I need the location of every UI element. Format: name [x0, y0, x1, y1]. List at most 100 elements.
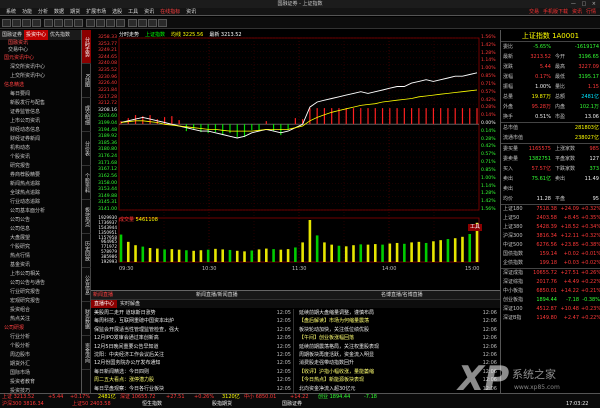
sidebar-item[interactable]: 基金资讯	[0, 261, 81, 270]
sidebar-item[interactable]: 财经证券新闻	[0, 135, 81, 144]
sidebar-item[interactable]: 期货外汇	[0, 360, 81, 369]
toolbar-button[interactable]	[128, 19, 137, 27]
news-item[interactable]: 板块轮动加快，关注低位绩优股 12:06	[296, 326, 499, 334]
quick-link[interactable]: 资讯	[572, 8, 582, 16]
index-row[interactable]: 深证B指 1149.80 +2.47 +0.22%	[501, 314, 600, 323]
sidebar-nav-item[interactable]: 交易中心	[0, 47, 81, 54]
quick-link[interactable]: 手机版下载	[543, 8, 568, 16]
index-row[interactable]: 国债指数 159.14 +0.02 +0.01%	[501, 250, 600, 259]
quick-link[interactable]: 交易	[529, 8, 539, 16]
news-item[interactable]: 每日新闻精选：今日四则 12:05	[91, 368, 293, 376]
sidebar-item[interactable]: 国元资讯中心	[0, 54, 81, 63]
sidebar-item[interactable]: 上市公司相关	[0, 270, 81, 279]
vertical-tab[interactable]: 成交明细	[82, 98, 91, 132]
menu-item[interactable]: 扩展市场	[86, 8, 106, 16]
toolbar-button[interactable]	[138, 19, 147, 27]
index-row[interactable]: 深证100 4512.87 +10.48 +0.23%	[501, 305, 600, 314]
vertical-tab[interactable]: K线图	[82, 64, 91, 98]
index-row[interactable]: 创业板指 1894.44 -7.18 -0.38%	[501, 296, 600, 305]
news-item[interactable]: 沈阳：中央经济工作会议后关注 12:05	[91, 351, 293, 359]
sidebar-tab[interactable]: 优先指数	[48, 30, 72, 40]
toolbar-button[interactable]	[148, 19, 157, 27]
index-row[interactable]: 企债指数 199.18 +0.03 +0.02%	[501, 259, 600, 268]
status-item[interactable]: 沪深300 3816.34	[2, 401, 44, 408]
toolbar-button[interactable]	[96, 19, 105, 27]
toolbar-button[interactable]	[74, 19, 83, 27]
vertical-tab[interactable]: 分价表	[82, 132, 91, 166]
menu-item[interactable]: 选股	[112, 8, 122, 16]
menu-item[interactable]: 数据	[54, 8, 64, 16]
sidebar-item[interactable]: 深交所资讯中心	[0, 63, 81, 72]
sidebar-item[interactable]: 国际市场	[0, 369, 81, 378]
news-tab[interactable]: 直播中心	[91, 300, 118, 308]
toolbar-button[interactable]	[158, 19, 167, 27]
sidebar-item[interactable]: 周边股市	[0, 351, 81, 360]
toolbar-button[interactable]	[32, 19, 41, 27]
toolbar-button[interactable]	[106, 19, 115, 27]
sidebar-tab[interactable]: 国融证券	[0, 30, 24, 40]
menu-item[interactable]: 分析	[38, 8, 48, 16]
chart-tool-button[interactable]: 工具	[468, 224, 483, 231]
news-item[interactable]: 延续前期大盘缩量调整，谨慎布局 12:06	[296, 309, 499, 317]
toolbar-button[interactable]	[64, 19, 73, 27]
sidebar-nav-item[interactable]: 国融资讯	[0, 40, 81, 47]
news-tab[interactable]: 实时解盘	[117, 300, 143, 308]
menu-item[interactable]: 在线指标	[160, 8, 180, 16]
index-row[interactable]: 上证380 5428.39 +18.52 +0.34%	[501, 223, 600, 232]
sidebar-item[interactable]: 个股资讯	[0, 153, 81, 162]
news-item[interactable]: 每日早盘观察：今日各行业板块 12:05	[91, 385, 293, 393]
sidebar-item[interactable]: 机构动态	[0, 144, 81, 153]
news-item[interactable]: 每周科技，互联网重磅中国资本出炉 12:05	[91, 317, 293, 325]
news-header-right[interactable]: 名博直播/名博直播	[381, 291, 423, 300]
news-item[interactable]: 延续前期震荡格局，关注权重股表现 12:06	[296, 343, 499, 351]
sidebar-item[interactable]: 全球热点追踪	[0, 189, 81, 198]
news-item[interactable]: 【盘后解读】市场为何缩量震荡 12:06	[296, 317, 499, 325]
vertical-tab[interactable]: 资金流向	[82, 336, 91, 370]
sidebar-item[interactable]: 公司公告与通告	[0, 279, 81, 288]
index-row[interactable]: 深证成指 10655.72 +27.51 +0.26%	[501, 269, 600, 278]
news-item[interactable]: 【午间】创业板涨幅回落 12:06	[296, 334, 499, 342]
intraday-chart[interactable]: 分时走势 上证指数 均线 3225.56 最新 3213.52 成交量 5461108…	[91, 30, 500, 290]
sidebar-item[interactable]: 个股分析	[0, 342, 81, 351]
sidebar-item[interactable]: 宏观研究报告	[0, 297, 81, 306]
sidebar-item[interactable]: 上交所资讯中心	[0, 72, 81, 81]
window-controls[interactable]: — □ ×	[571, 0, 598, 8]
sidebar-item[interactable]: 新闻热点追踪	[0, 180, 81, 189]
sidebar-item[interactable]: 信息精选	[0, 81, 81, 90]
news-item[interactable]: 周二五大看点：涨停潜力股 12:05	[91, 376, 293, 384]
toolbar-button[interactable]	[2, 19, 11, 27]
sidebar-item[interactable]: 大盘展望	[0, 234, 81, 243]
vertical-tab[interactable]: 分时走势	[82, 30, 91, 64]
index-row[interactable]: 沪深300 3816.34 +12.11 +0.32%	[501, 232, 600, 241]
sidebar-item[interactable]: 券商荐股精要	[0, 171, 81, 180]
sidebar-item[interactable]: 投资组合	[0, 306, 81, 315]
vertical-tab[interactable]: 板块热点	[82, 200, 91, 234]
index-row[interactable]: 上证50 2403.58 +8.45 +0.35%	[501, 214, 600, 223]
vertical-tab[interactable]: 财务数据	[82, 302, 91, 336]
index-row[interactable]: 中小板指 6850.01 +14.22 +0.21%	[501, 287, 600, 296]
status-item[interactable]: 上证50 2403.58	[72, 401, 111, 408]
vertical-tab[interactable]: 历史回放	[82, 234, 91, 268]
toolbar-button[interactable]	[44, 19, 53, 27]
sidebar-item[interactable]: 公司公告	[0, 216, 81, 225]
sidebar-item[interactable]: 行业研究报告	[0, 288, 81, 297]
news-header-left[interactable]: 新闻直播	[93, 291, 113, 300]
index-row[interactable]: 中证500 6276.56 +23.85 +0.38%	[501, 241, 600, 250]
news-item[interactable]: 12月5日晚间重要公告早知道 12:05	[91, 343, 293, 351]
vertical-tab[interactable]: 公告信息	[82, 268, 91, 302]
status-item[interactable]: 国融证券	[282, 401, 302, 408]
toolbar-button[interactable]	[116, 19, 125, 27]
sidebar-item[interactable]: 个股研究	[0, 243, 81, 252]
sidebar-item[interactable]: 公司研报	[0, 324, 81, 333]
quick-link[interactable]: 行情	[586, 8, 596, 16]
vertical-tab[interactable]: 个股资料	[82, 166, 91, 200]
sidebar-item[interactable]: 行业动态追踪	[0, 198, 81, 207]
sidebar-item[interactable]: 热点行情	[0, 252, 81, 261]
status-item[interactable]: 恒生指数	[142, 401, 162, 408]
sidebar-item[interactable]: 新股发行与配售	[0, 99, 81, 108]
menu-item[interactable]: 资讯	[186, 8, 196, 16]
sidebar-item[interactable]: 研究报告	[0, 162, 81, 171]
index-row[interactable]: 深证综指 2017.76 +4.49 +0.22%	[501, 278, 600, 287]
sidebar-item[interactable]: 公司基本面分析	[0, 207, 81, 216]
sidebar-item[interactable]: 投资者教育	[0, 378, 81, 387]
